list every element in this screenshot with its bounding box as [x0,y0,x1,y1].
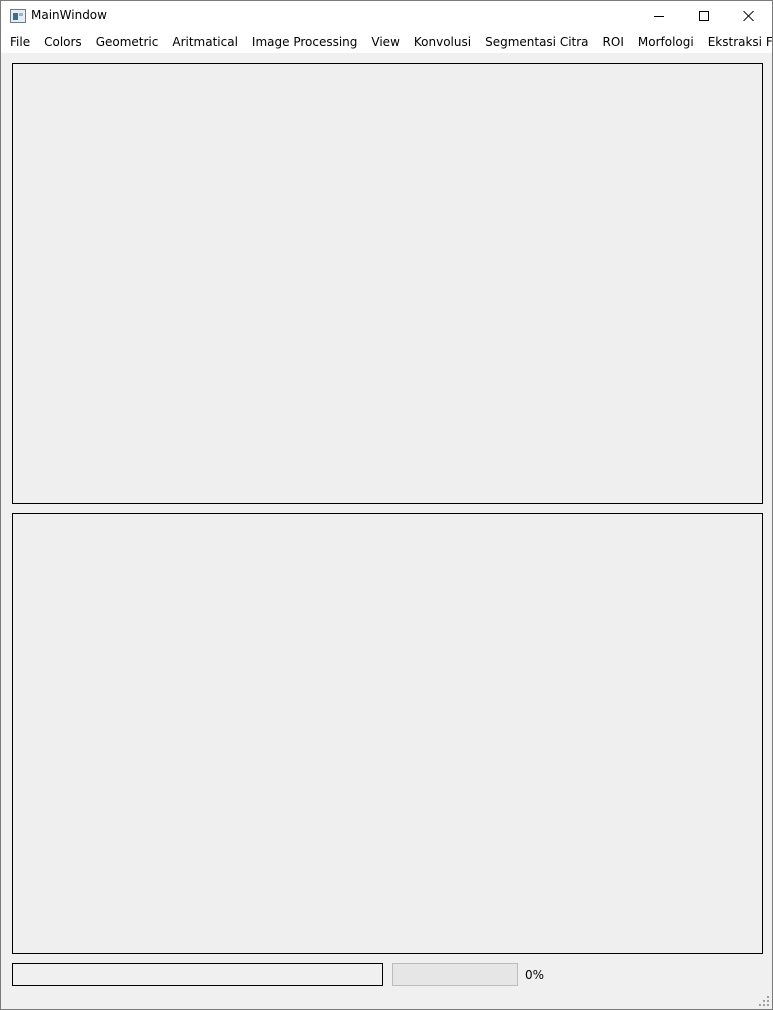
minimize-icon [654,15,664,17]
original-image-label [12,63,763,504]
close-icon [743,10,755,22]
app-window-icon [10,9,26,23]
progress-percent-label: 0% [525,968,545,982]
minimize-button[interactable] [636,1,682,31]
menu-segmentasi-citra[interactable]: Segmentasi Citra [478,31,595,53]
info-line-edit[interactable] [12,963,383,986]
window-title: MainWindow [31,8,107,22]
processed-image-label [12,513,763,954]
menu-geometric[interactable]: Geometric [89,31,166,53]
menu-file[interactable]: File [3,31,37,53]
menu-konvolusi[interactable]: Konvolusi [407,31,478,53]
maximize-icon [699,11,709,21]
menu-ekstraksi-fitur[interactable]: Ekstraksi Fitur [701,31,773,53]
main-window: MainWindow File Colors Geometric Aritmat… [0,0,773,1010]
menu-morfologi[interactable]: Morfologi [631,31,701,53]
menu-view[interactable]: View [364,31,406,53]
menu-roi[interactable]: ROI [596,31,631,53]
menu-bar: File Colors Geometric Aritmatical Image … [1,31,773,53]
close-button[interactable] [726,1,772,31]
menu-aritmatical[interactable]: Aritmatical [165,31,245,53]
progress-bar [392,963,518,986]
menu-colors[interactable]: Colors [37,31,89,53]
maximize-button[interactable] [681,1,727,31]
menu-image-processing[interactable]: Image Processing [245,31,364,53]
size-grip-icon[interactable] [759,996,771,1008]
title-bar[interactable]: MainWindow [1,1,772,31]
